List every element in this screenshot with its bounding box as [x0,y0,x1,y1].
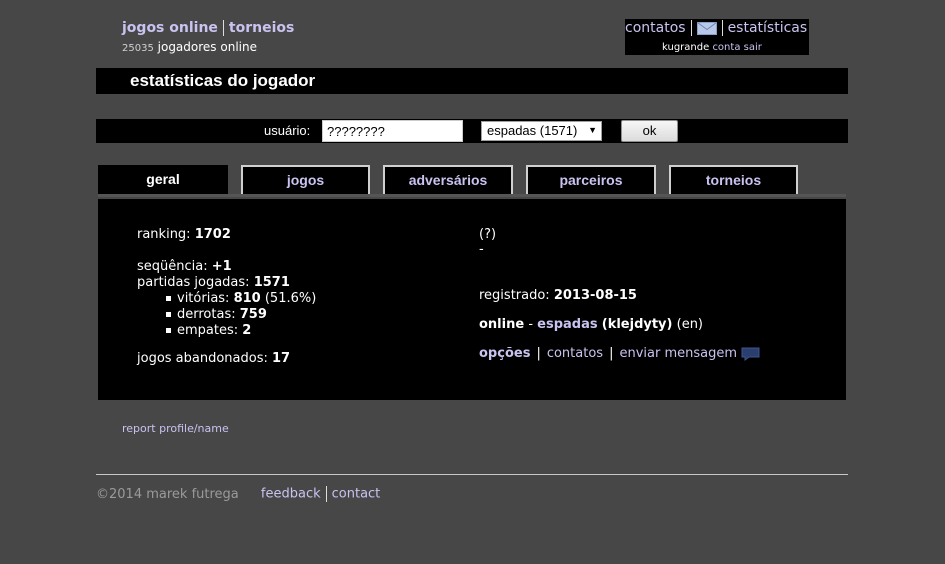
page-title: estatísticas do jogador [130,71,316,90]
top-nav: jogos online torneios [122,20,294,36]
draws-label: empates: [177,323,239,338]
stats-link[interactable]: estatísticas [728,20,808,36]
separator [325,486,327,502]
contacts-link[interactable]: contatos [625,20,686,36]
nav-separator [222,20,224,36]
game-link[interactable]: espadas [537,317,597,332]
ok-button[interactable]: ok [621,120,678,142]
abandoned-value: 17 [272,351,291,366]
nav-games-link[interactable]: jogos online [122,20,218,36]
bullet-icon [166,328,171,333]
nav-tournaments-link[interactable]: torneios [229,20,294,36]
separator: | [536,346,541,361]
separator [721,20,723,36]
tab-partners[interactable]: parceiros [526,165,656,194]
title-bar: estatísticas do jogador [96,68,848,94]
profile-dash: - [479,242,484,257]
tab-opponents[interactable]: adversários [383,165,513,194]
footer: ©2014 marek futrega feedback contact [96,486,380,502]
wins-label: vitórias: [177,291,230,306]
account-links: kugrande conta sair [662,42,762,53]
abandoned-label: jogos abandonados: [137,351,268,366]
ranking-value: 1702 [194,227,231,242]
bullet-icon [166,312,171,317]
user-links: contatos estatísticas [625,20,807,36]
status-badge: online [479,317,525,332]
online-count-label: jogadores online [157,40,257,54]
chat-bubble-icon[interactable] [741,347,760,361]
envelope-icon[interactable] [696,21,717,35]
contact-link[interactable]: contact [332,487,381,502]
wins-value: 810 [233,291,261,306]
played-value: 1571 [253,275,290,290]
stats-panel: ranking: 1702 seqüência: +1 partidas jog… [98,199,846,400]
bullet-icon [166,296,171,301]
send-message-link[interactable]: enviar mensagem [619,346,737,361]
username-label: usuário: [264,123,311,138]
wins-percent: (51.6%) [264,291,317,306]
user-box: contatos estatísticas kugrande conta sair [625,19,809,55]
chevron-down-icon: ▼ [588,125,597,135]
online-count: 25035 jogadores online [122,40,257,54]
feedback-link[interactable]: feedback [261,487,321,502]
registered-label: registrado: [479,288,550,303]
losses-row: derrotas: 759 [166,307,267,322]
registered-value: 2013-08-15 [553,288,637,303]
played-label: partidas jogadas: [137,275,250,290]
tab-general[interactable]: geral [98,165,228,196]
player-name: (klejdyty) [601,317,673,332]
username-input[interactable] [322,120,463,142]
ranking-label: ranking: [137,227,191,242]
wins-row: vitórias: 810 (51.6%) [166,291,316,306]
username[interactable]: kugrande [662,42,709,53]
registered-row: registrado: 2013-08-15 [479,288,637,303]
draws-row: empates: 2 [166,323,251,338]
draws-value: 2 [242,323,252,338]
footer-divider [96,474,848,475]
player-language: (en) [676,317,704,332]
separator: | [609,346,614,361]
logout-link[interactable]: sair [744,42,762,53]
status-separator: - [528,317,534,332]
help-link[interactable]: (?) [479,227,496,242]
account-link[interactable]: conta [712,42,740,53]
game-select[interactable]: espadas (1571) ▼ [481,121,602,141]
report-profile-link[interactable]: report profile/name [122,422,229,435]
losses-value: 759 [239,307,267,322]
losses-label: derrotas: [177,307,236,322]
profile-actions: opções | contatos | enviar mensagem [479,346,760,361]
copyright: ©2014 marek futrega [96,486,239,502]
search-bar: usuário: espadas (1571) ▼ ok [96,119,848,143]
played-row: partidas jogadas: 1571 [137,275,290,290]
separator [690,20,692,36]
streak-row: seqüência: +1 [137,259,232,274]
streak-value: +1 [211,259,232,274]
options-link[interactable]: opções [479,346,530,361]
streak-label: seqüência: [137,259,208,274]
ranking-row: ranking: 1702 [137,227,231,242]
status-row: online - espadas (klejdyty) (en) [479,317,703,332]
tab-underline [98,194,846,197]
tab-tournaments[interactable]: torneios [669,165,798,194]
online-count-number: 25035 [122,43,154,54]
abandoned-row: jogos abandonados: 17 [137,351,290,366]
profile-contacts-link[interactable]: contatos [547,346,603,361]
tab-games[interactable]: jogos [241,165,370,194]
game-select-value: espadas (1571) [487,123,578,138]
